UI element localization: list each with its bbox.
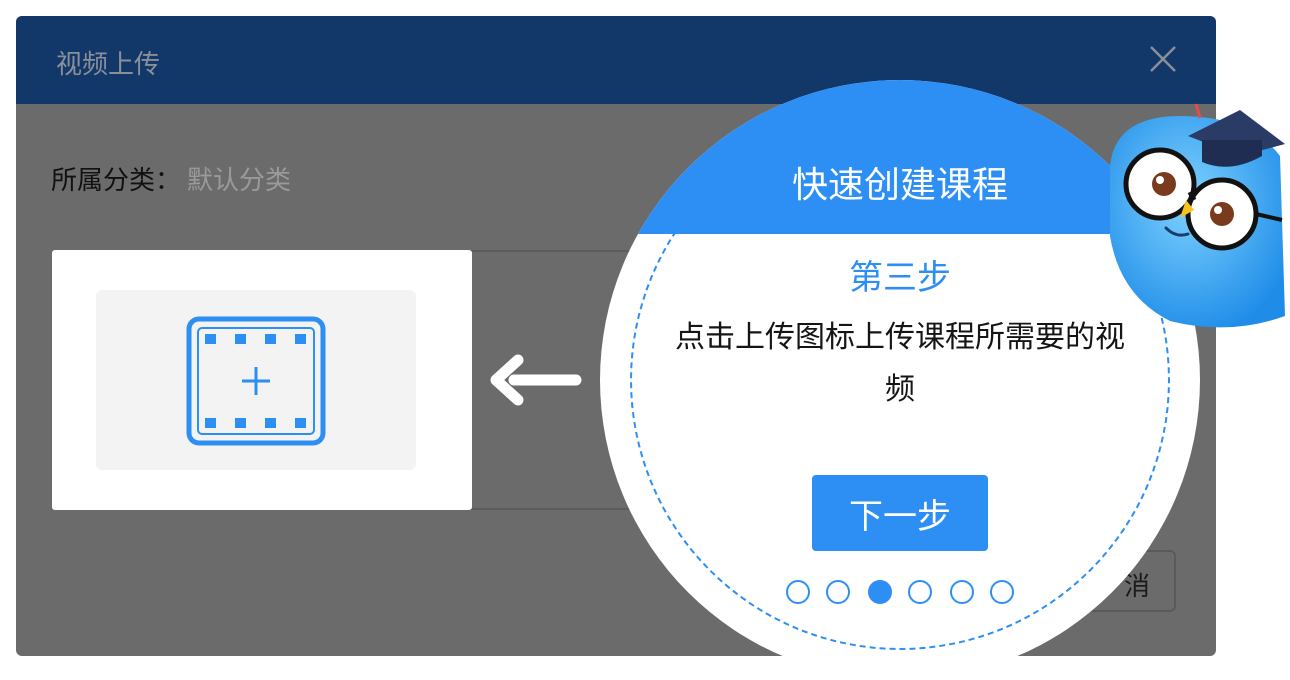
tour-step-indicator: [600, 580, 1200, 604]
owl-mascot-icon: [1110, 103, 1285, 328]
dialog-title: 视频上传: [56, 50, 161, 80]
category-select[interactable]: 默认分类: [187, 166, 291, 196]
next-step-button[interactable]: 下一步: [812, 475, 988, 551]
step-dot[interactable]: [786, 580, 810, 604]
step-dot[interactable]: [868, 580, 892, 604]
step-dot[interactable]: [908, 580, 932, 604]
step-dot[interactable]: [826, 580, 850, 604]
category-row: 所属分类： 默认分类: [51, 160, 291, 197]
upload-card: [52, 250, 472, 510]
step-dot[interactable]: [950, 580, 974, 604]
upload-drop-zone[interactable]: [96, 290, 416, 470]
tour-step-description: 点击上传图标上传课程所需要的视频: [675, 320, 1125, 407]
category-label: 所属分类：: [51, 166, 182, 196]
film-plus-icon[interactable]: [186, 316, 326, 446]
close-icon[interactable]: [1148, 44, 1178, 74]
arrow-left-icon: [490, 354, 582, 406]
step-dot[interactable]: [990, 580, 1014, 604]
stage: 视频上传 所属分类： 默认分类 消 快速创建课程 第三步 点击上传图标上传课程所…: [0, 0, 1290, 680]
